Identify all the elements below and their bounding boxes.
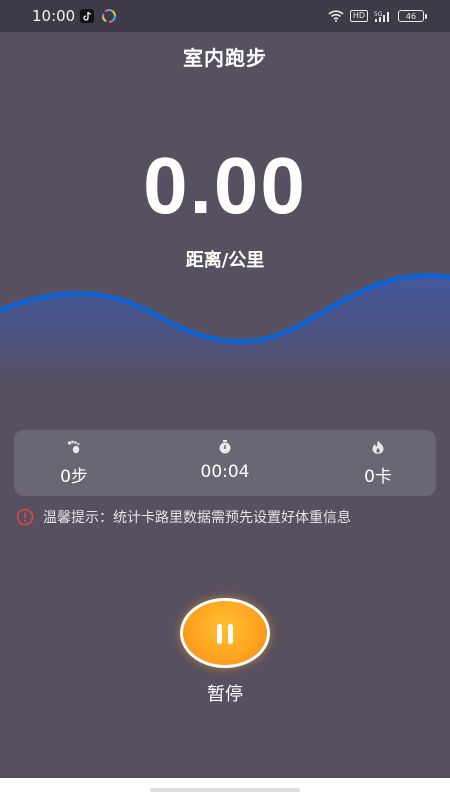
indoor-running-screen: 10:00 HD 5G 46 室内跑步 0.00 距离/公里 0步 00:04 … xyxy=(0,0,450,800)
tiktok-notification-icon xyxy=(80,9,94,23)
battery-indicator: 46 xyxy=(398,10,427,22)
progress-wave xyxy=(0,273,450,402)
duration-value: 00:04 xyxy=(200,462,250,482)
warning-icon xyxy=(16,508,34,526)
status-indicators: HD 5G 46 xyxy=(328,8,427,24)
status-time: 10:00 xyxy=(32,7,76,25)
pause-label: 暂停 xyxy=(207,684,243,705)
svg-text:5G: 5G xyxy=(374,11,383,18)
home-indicator[interactable] xyxy=(150,788,300,792)
hd-badge: HD xyxy=(349,10,368,22)
calories-value: 0卡 xyxy=(364,467,392,487)
stopwatch-icon xyxy=(219,440,231,454)
pause-icon xyxy=(217,624,233,644)
tip-text: 温馨提示：统计卡路里数据需预先设置好体重信息 xyxy=(43,510,351,526)
stat-steps: 0步 xyxy=(14,430,134,496)
wifi-icon xyxy=(328,10,344,22)
workout-stats-card: 0步 00:04 0卡 xyxy=(14,430,436,496)
footprint-icon xyxy=(67,440,80,454)
page-title: 室内跑步 xyxy=(183,46,267,70)
stat-duration: 00:04 xyxy=(165,430,285,496)
steps-value: 0步 xyxy=(60,467,88,487)
weight-tip: 温馨提示：统计卡路里数据需预先设置好体重信息 xyxy=(16,507,351,527)
stat-calories: 0卡 xyxy=(318,430,438,496)
pause-button[interactable] xyxy=(180,598,270,668)
status-bar: 10:00 HD 5G 46 xyxy=(0,0,450,32)
distance-value: 0.00 xyxy=(143,141,307,230)
signal-icon: 5G xyxy=(374,11,389,22)
flame-icon xyxy=(372,440,384,454)
app-notification-icon xyxy=(102,9,116,23)
